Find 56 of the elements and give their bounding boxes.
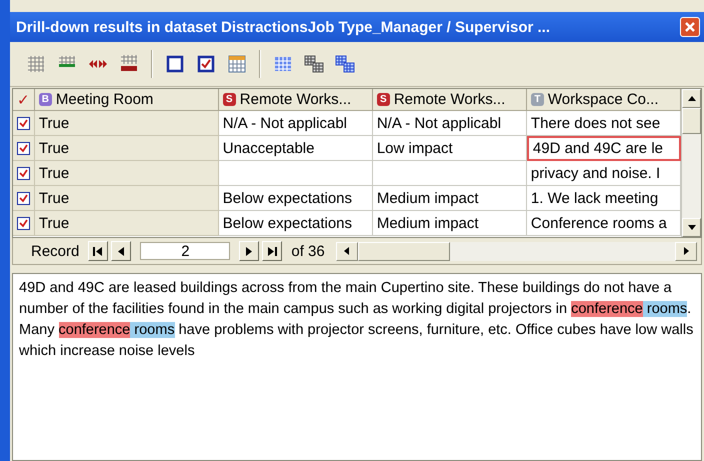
down-arrow-icon[interactable] [688,225,696,230]
type-badge: T [530,93,544,106]
detail-text-area[interactable] [12,273,702,461]
first-icon [93,246,104,256]
column-label: Remote Works... [240,91,352,108]
up-arrow-icon[interactable] [688,96,696,101]
table-cell: Medium impact [372,186,527,211]
row-checkbox[interactable] [16,192,30,204]
table-cell: True [34,186,219,211]
table-cell: Below expectations [218,211,373,236]
row-checkbox[interactable] [16,142,30,154]
table-cell: Low impact [372,136,527,161]
close-button[interactable] [680,17,700,37]
previous-icon [118,246,124,256]
previous-record-button[interactable] [111,241,132,261]
row-checkbox[interactable] [16,166,30,180]
type-badge: B [38,93,52,106]
column-label: Meeting Room [56,91,154,108]
record-label: Record [31,242,80,260]
table-cell: 49D and 49C are le [526,136,681,161]
row-checkbox[interactable] [16,216,30,230]
column-header[interactable]: S Remote Works... [218,89,373,111]
next-icon [246,246,252,256]
type-badge: S [376,93,390,106]
type-badge: S [222,93,236,106]
record-field[interactable]: 2 [140,242,230,260]
column-label: Remote Works... [394,91,506,108]
column-header[interactable]: S Remote Works... [372,89,527,111]
window-title: Drill-down results in dataset DistractionsJob Type_Manager / Supervisor ... [16,18,552,36]
table-cell: N/A - Not applicabl [218,111,373,136]
table-cell: True [34,211,219,236]
scroll-thumb[interactable] [358,242,450,260]
check-column-header[interactable]: ✓ [13,89,35,111]
horizontal-scrollbar[interactable] [336,242,697,260]
next-record-button[interactable] [239,241,260,261]
row-checkbox[interactable] [16,116,30,130]
column-label: Workspace Co... [548,91,659,108]
detail-text: 49D and 49C are leased buildings across from the main Cupertino site. These buildings do not have a number of the facilities found in the main campus such as working digital projectors in conference rooms. Many conference rooms have problems with projector screens, furniture, etc. Office cubes have low walls which increase noise levels [19,279,694,361]
table-cell: True [34,161,219,186]
first-record-button[interactable] [88,241,108,261]
left-arrow-icon[interactable] [344,247,350,255]
column-header[interactable]: B Meeting Room [34,89,219,111]
close-icon [684,21,696,33]
table-cell: True [34,136,219,161]
last-icon [267,246,278,256]
table-cell: True [34,111,219,136]
record-total: of 36 [291,242,325,260]
column-header[interactable]: T Workspace Co... [526,89,681,111]
scroll-thumb[interactable] [682,108,701,134]
vertical-scrollbar[interactable] [681,89,701,237]
last-record-button[interactable] [262,241,282,261]
table-cell: N/A - Not applicabl [372,111,527,136]
table-cell: Below expectations [218,186,373,211]
right-arrow-icon[interactable] [684,247,688,255]
table-cell: Unacceptable [218,136,373,161]
table-cell: Medium impact [372,211,527,236]
